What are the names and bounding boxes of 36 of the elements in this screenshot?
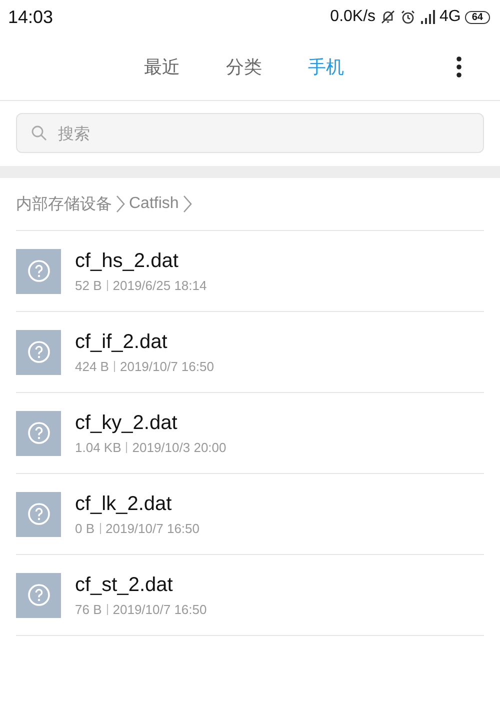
file-name[interactable]: cf_hs_2.dat (75, 250, 207, 272)
search-field[interactable]: 搜索 (16, 113, 484, 153)
alarm-icon (400, 9, 416, 25)
file-date: 2019/6/25 18:14 (112, 278, 207, 292)
chevron-icon (116, 195, 125, 213)
tab[interactable]: 最近 (144, 55, 180, 79)
unknown-file-icon (16, 572, 61, 618)
file-date: 2019/10/7 16:50 (106, 520, 200, 536)
unknown-file-icon (16, 248, 61, 294)
file-name[interactable]: cf_lk_2.dat (75, 492, 200, 516)
file-size: 52 B (75, 278, 102, 292)
file-size: 1.04 KB (75, 440, 122, 454)
file-date: 2019/10/3 20:00 (132, 440, 226, 454)
file-size: 76 B (75, 602, 102, 616)
network-type: 4G (440, 8, 461, 26)
signal-icon (420, 10, 436, 24)
breadcrumb-item[interactable]: 内部存储设备 (16, 194, 112, 214)
battery-level: 64 (464, 10, 490, 24)
file-date: 2019/10/7 16:50 (112, 602, 207, 616)
file-date: 2019/10/7 16:50 (120, 358, 214, 374)
file-name[interactable]: cf_st_2.dat (75, 574, 207, 596)
more-icon[interactable] (456, 56, 462, 78)
tab[interactable]: 分类 (226, 55, 262, 79)
breadcrumb-item[interactable]: Catfish (129, 195, 179, 213)
file-name[interactable]: cf_if_2.dat (75, 330, 214, 354)
file-name[interactable]: cf_ky_2.dat (75, 412, 226, 434)
file-size: 0 B (75, 520, 95, 536)
search-icon (31, 125, 47, 141)
unknown-file-icon (16, 492, 61, 536)
status-time: 14:03 (8, 6, 54, 28)
network-speed: 0.0K/s (330, 8, 376, 26)
mute-bell-icon (380, 9, 396, 25)
file-size: 424 B (75, 358, 109, 374)
unknown-file-icon (16, 410, 61, 456)
chevron-icon (182, 195, 192, 213)
unknown-file-icon (16, 330, 61, 374)
